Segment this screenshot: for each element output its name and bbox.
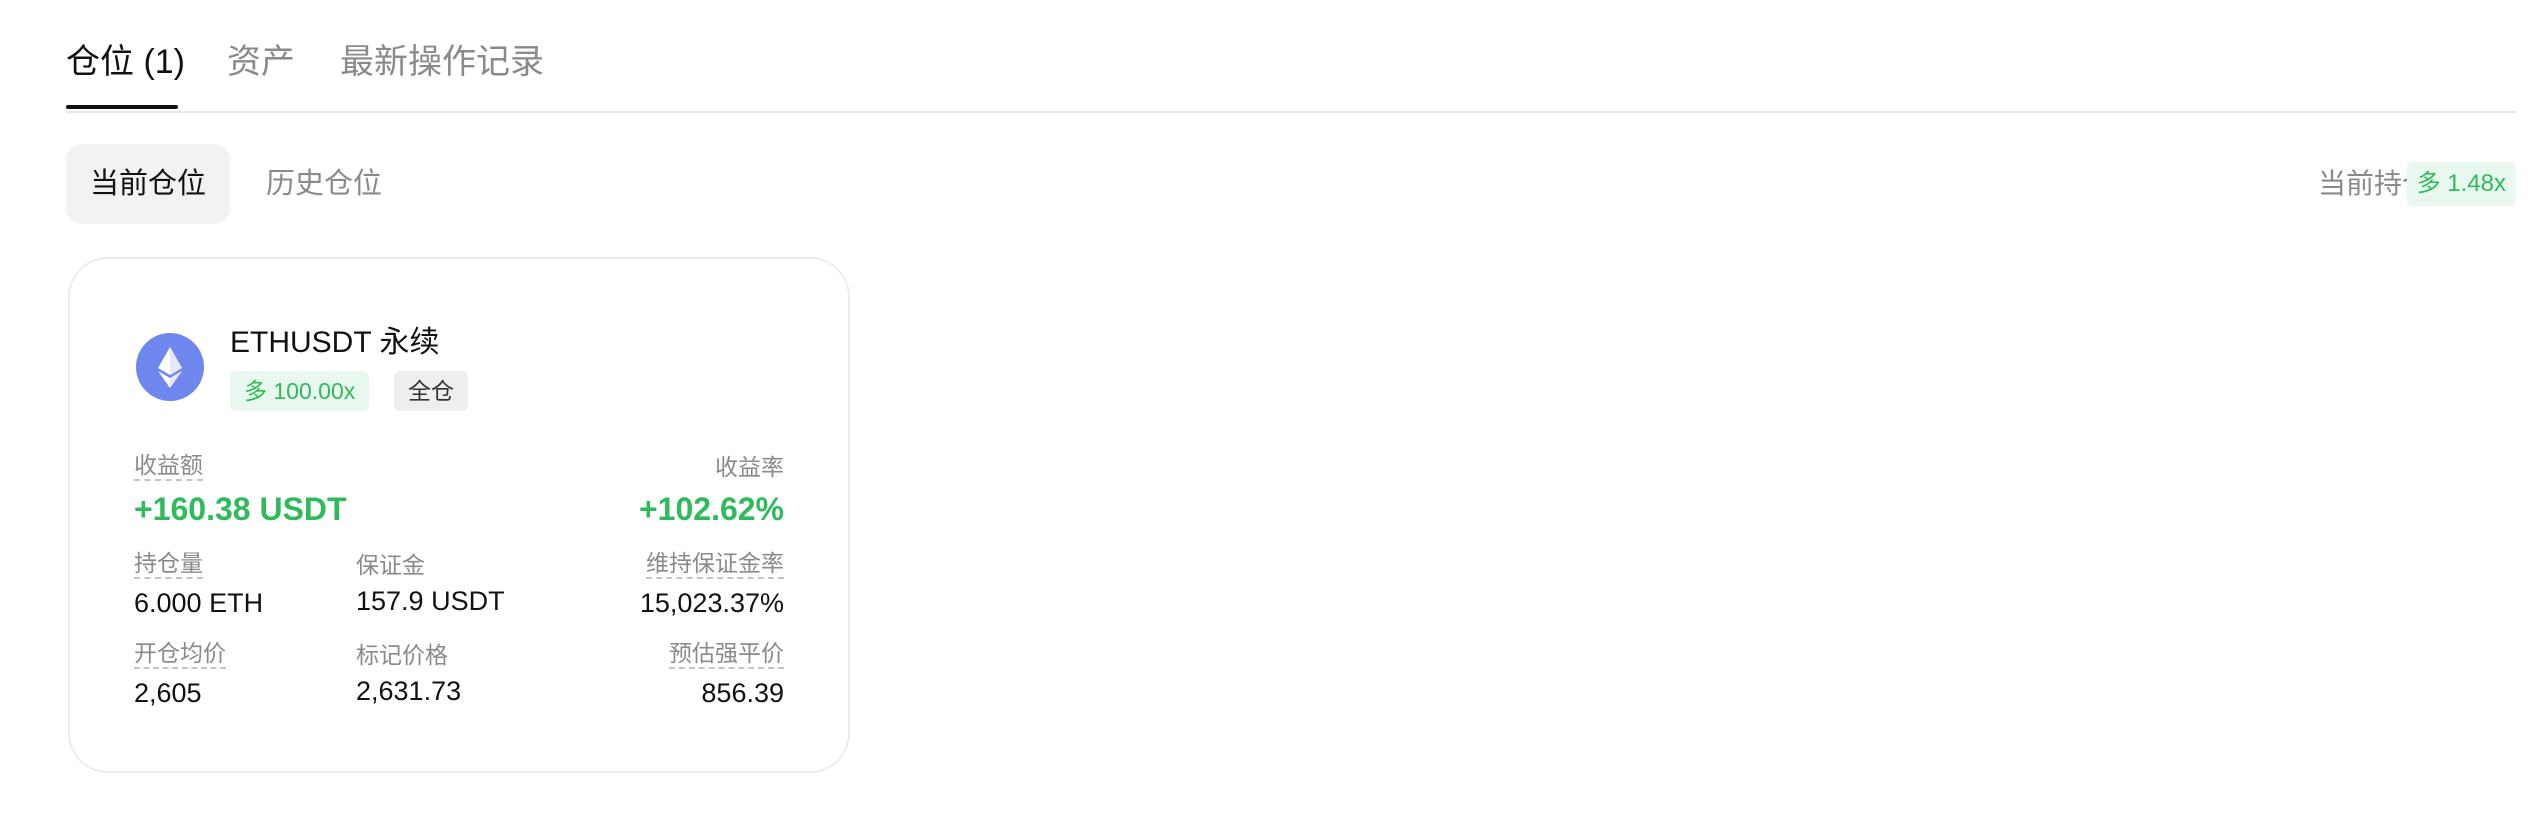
margin-mode-badge: 全仓 (394, 371, 468, 411)
maintenance-margin-rate-value: 15,023.37% (639, 588, 784, 618)
tab-history-positions[interactable]: 历史仓位 (266, 144, 382, 224)
pnl-value: +160.38 USDT (134, 491, 347, 527)
liquidation-price-value: 856.39 (701, 678, 784, 708)
mark-price-value: 2,631.73 (356, 676, 462, 706)
roe-label: 收益率 (715, 454, 784, 480)
entry-price-label[interactable]: 开仓均价 (134, 639, 226, 669)
top-tab-bar: 仓位 (1) 资产 最新操作记录 (66, 0, 2516, 113)
ethereum-icon (136, 333, 204, 401)
position-size-label[interactable]: 持仓量 (134, 549, 203, 579)
tab-assets[interactable]: 资产 (227, 38, 295, 86)
tab-positions[interactable]: 仓位 (1) (66, 38, 185, 86)
position-card[interactable]: ETHUSDT 永续 多 100.00x 全仓 收益额 +160.38 USDT… (68, 257, 850, 773)
maintenance-margin-rate-label[interactable]: 维持保证金率 (646, 549, 784, 579)
margin-label: 保证金 (356, 552, 425, 578)
position-size-value: 6.000 ETH (134, 588, 264, 618)
current-holding-badge: 多 1.48x (2406, 162, 2516, 206)
liquidation-price-label[interactable]: 预估强平价 (669, 639, 784, 669)
tab-current-positions[interactable]: 当前仓位 (66, 144, 231, 224)
tab-latest-records[interactable]: 最新操作记录 (340, 38, 544, 86)
roe-value: +102.62% (638, 491, 784, 527)
pnl-label[interactable]: 收益额 (134, 451, 203, 481)
mark-price-label: 标记价格 (356, 642, 448, 668)
margin-value: 157.9 USDT (356, 586, 505, 616)
side-leverage-badge: 多 100.00x (230, 371, 370, 411)
position-symbol: ETHUSDT 永续 (230, 326, 440, 359)
active-tab-indicator (66, 105, 178, 109)
entry-price-value: 2,605 (134, 678, 202, 708)
